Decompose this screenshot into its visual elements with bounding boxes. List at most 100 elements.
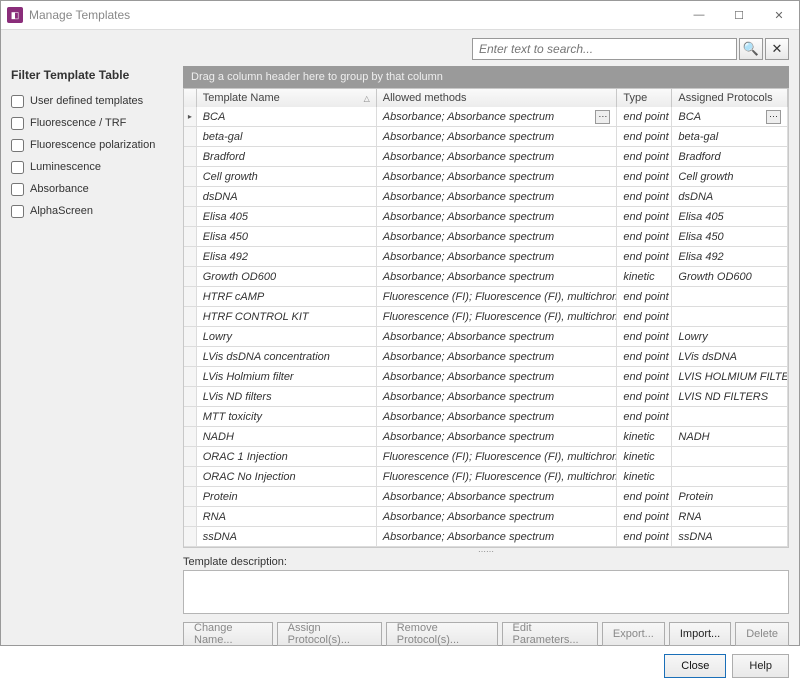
cell-allowed-methods[interactable]: Fluorescence (FI); Fluorescence (FI), mu…	[377, 307, 618, 326]
cell-type[interactable]: end point	[617, 147, 672, 166]
cell-type[interactable]: end point	[617, 207, 672, 226]
cell-template-name[interactable]: dsDNA	[197, 187, 377, 206]
cell-template-name[interactable]: Elisa 492	[197, 247, 377, 266]
cell-assigned-protocols[interactable]: Protein	[672, 487, 788, 506]
cell-assigned-protocols[interactable]: RNA	[672, 507, 788, 526]
description-box[interactable]	[183, 570, 789, 614]
cell-allowed-methods[interactable]: Absorbance; Absorbance spectrum	[377, 207, 618, 226]
table-row[interactable]: Elisa 492Absorbance; Absorbance spectrum…	[184, 247, 788, 267]
cell-assigned-protocols[interactable]	[672, 407, 788, 426]
ellipsis-button[interactable]: ⋯	[766, 110, 781, 124]
filter-checkbox[interactable]	[11, 205, 24, 218]
cell-template-name[interactable]: beta-gal	[197, 127, 377, 146]
cell-type[interactable]: end point	[617, 527, 672, 546]
cell-assigned-protocols[interactable]: LVis dsDNA	[672, 347, 788, 366]
table-row[interactable]: beta-galAbsorbance; Absorbance spectrume…	[184, 127, 788, 147]
cell-type[interactable]: end point	[617, 507, 672, 526]
cell-type[interactable]: end point	[617, 127, 672, 146]
table-row[interactable]: LVis Holmium filterAbsorbance; Absorbanc…	[184, 367, 788, 387]
table-row[interactable]: Cell growthAbsorbance; Absorbance spectr…	[184, 167, 788, 187]
cell-assigned-protocols[interactable]: dsDNA	[672, 187, 788, 206]
cell-assigned-protocols[interactable]: Growth OD600	[672, 267, 788, 286]
table-row[interactable]: HTRF CONTROL KITFluorescence (FI); Fluor…	[184, 307, 788, 327]
cell-allowed-methods[interactable]: Absorbance; Absorbance spectrum	[377, 387, 618, 406]
cell-template-name[interactable]: LVis dsDNA concentration	[197, 347, 377, 366]
cell-type[interactable]: end point	[617, 387, 672, 406]
col-type[interactable]: Type	[617, 89, 672, 107]
cell-assigned-protocols[interactable]: LVIS HOLMIUM FILTER	[672, 367, 788, 386]
filter-checkbox[interactable]	[11, 117, 24, 130]
col-template-name[interactable]: Template Name△	[197, 89, 377, 107]
maximize-button[interactable]: ☐	[719, 1, 759, 29]
cell-type[interactable]: end point	[617, 107, 672, 126]
table-row[interactable]: Lowry Absorbance; Absorbance spectrumend …	[184, 327, 788, 347]
cell-allowed-methods[interactable]: Absorbance; Absorbance spectrum	[377, 507, 618, 526]
cell-template-name[interactable]: ORAC 1 Injection	[197, 447, 377, 466]
col-allowed-methods[interactable]: Allowed methods	[377, 89, 618, 107]
cell-assigned-protocols[interactable]: BCA⋯	[672, 107, 788, 126]
cell-assigned-protocols[interactable]: LVIS ND FILTERS	[672, 387, 788, 406]
table-row[interactable]: ORAC No InjectionFluorescence (FI); Fluo…	[184, 467, 788, 487]
minimize-button[interactable]: —	[679, 1, 719, 29]
cell-allowed-methods[interactable]: Absorbance; Absorbance spectrum	[377, 487, 618, 506]
table-row[interactable]: ▸BCAAbsorbance; Absorbance spectrum⋯end …	[184, 107, 788, 127]
remove-protocols-button[interactable]: Remove Protocol(s)...	[386, 622, 498, 646]
filter-5[interactable]: AlphaScreen	[11, 200, 183, 222]
cell-type[interactable]: end point	[617, 307, 672, 326]
close-window-button[interactable]: ✕	[759, 1, 799, 29]
cell-template-name[interactable]: ssDNA	[197, 527, 377, 546]
cell-allowed-methods[interactable]: Absorbance; Absorbance spectrum	[377, 327, 618, 346]
cell-type[interactable]: end point	[617, 327, 672, 346]
cell-type[interactable]: end point	[617, 227, 672, 246]
cell-allowed-methods[interactable]: Absorbance; Absorbance spectrum	[377, 267, 618, 286]
cell-allowed-methods[interactable]: Absorbance; Absorbance spectrum	[377, 247, 618, 266]
cell-assigned-protocols[interactable]: Cell growth	[672, 167, 788, 186]
edit-parameters-button[interactable]: Edit Parameters...	[502, 622, 598, 646]
table-row[interactable]: ssDNAAbsorbance; Absorbance spectrumend …	[184, 527, 788, 547]
filter-checkbox[interactable]	[11, 161, 24, 174]
cell-assigned-protocols[interactable]	[672, 447, 788, 466]
cell-allowed-methods[interactable]: Absorbance; Absorbance spectrum	[377, 127, 618, 146]
cell-allowed-methods[interactable]: Fluorescence (FI); Fluorescence (FI), mu…	[377, 287, 618, 306]
group-by-bar[interactable]: Drag a column header here to group by th…	[183, 66, 789, 88]
cell-allowed-methods[interactable]: Absorbance; Absorbance spectrum⋯	[377, 107, 618, 126]
grid-body[interactable]: ▸BCAAbsorbance; Absorbance spectrum⋯end …	[183, 107, 789, 548]
table-row[interactable]: Growth OD600Absorbance; Absorbance spect…	[184, 267, 788, 287]
cell-allowed-methods[interactable]: Absorbance; Absorbance spectrum	[377, 407, 618, 426]
table-row[interactable]: HTRF cAMPFluorescence (FI); Fluorescence…	[184, 287, 788, 307]
cell-type[interactable]: kinetic	[617, 467, 672, 486]
cell-template-name[interactable]: HTRF CONTROL KIT	[197, 307, 377, 326]
cell-type[interactable]: end point	[617, 187, 672, 206]
cell-template-name[interactable]: LVis Holmium filter	[197, 367, 377, 386]
table-row[interactable]: NADHAbsorbance; Absorbance spectrumkinet…	[184, 427, 788, 447]
cell-type[interactable]: end point	[617, 347, 672, 366]
cell-template-name[interactable]: MTT toxicity	[197, 407, 377, 426]
filter-3[interactable]: Luminescence	[11, 156, 183, 178]
cell-assigned-protocols[interactable]	[672, 287, 788, 306]
cell-assigned-protocols[interactable]: ssDNA	[672, 527, 788, 546]
filter-checkbox[interactable]	[11, 95, 24, 108]
assign-protocols-button[interactable]: Assign Protocol(s)...	[277, 622, 382, 646]
cell-template-name[interactable]: Elisa 450	[197, 227, 377, 246]
table-row[interactable]: LVis ND filtersAbsorbance; Absorbance sp…	[184, 387, 788, 407]
cell-type[interactable]: end point	[617, 367, 672, 386]
table-row[interactable]: Elisa 450Absorbance; Absorbance spectrum…	[184, 227, 788, 247]
search-button[interactable]: 🔍	[739, 38, 763, 60]
cell-assigned-protocols[interactable]	[672, 467, 788, 486]
cell-template-name[interactable]: Growth OD600	[197, 267, 377, 286]
cell-type[interactable]: kinetic	[617, 427, 672, 446]
cell-allowed-methods[interactable]: Absorbance; Absorbance spectrum	[377, 187, 618, 206]
import-button[interactable]: Import...	[669, 622, 731, 646]
clear-search-button[interactable]: ✕	[765, 38, 789, 60]
table-row[interactable]: RNA Absorbance; Absorbance spectrumend po…	[184, 507, 788, 527]
cell-assigned-protocols[interactable]: Elisa 450	[672, 227, 788, 246]
cell-allowed-methods[interactable]: Fluorescence (FI); Fluorescence (FI), mu…	[377, 447, 618, 466]
cell-type[interactable]: end point	[617, 287, 672, 306]
cell-assigned-protocols[interactable]: Lowry	[672, 327, 788, 346]
table-row[interactable]: MTT toxicityAbsorbance; Absorbance spect…	[184, 407, 788, 427]
cell-type[interactable]: end point	[617, 247, 672, 266]
cell-allowed-methods[interactable]: Absorbance; Absorbance spectrum	[377, 347, 618, 366]
cell-allowed-methods[interactable]: Absorbance; Absorbance spectrum	[377, 527, 618, 546]
cell-type[interactable]: end point	[617, 167, 672, 186]
cell-template-name[interactable]: BCA	[197, 107, 377, 126]
